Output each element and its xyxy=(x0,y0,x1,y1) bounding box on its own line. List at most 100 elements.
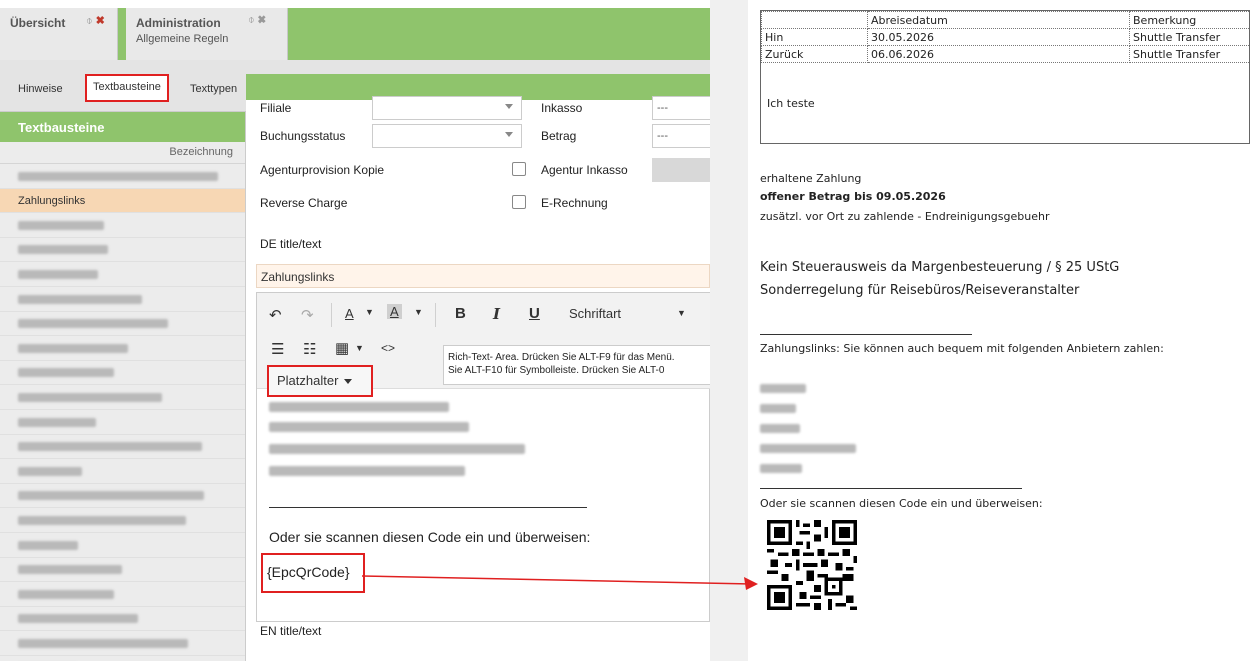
tabbar-top-strip xyxy=(0,0,710,8)
underline-button[interactable]: U xyxy=(529,305,540,322)
table-cell xyxy=(761,11,868,29)
extra-fee-text: zusätzl. vor Ort zu zahlende - Endreinig… xyxy=(760,210,1050,223)
reverse-charge-checkbox[interactable] xyxy=(512,195,526,209)
chevron-down-icon[interactable]: ▼ xyxy=(414,307,423,317)
epc-qr-placeholder-token[interactable]: {EpcQrCode} xyxy=(261,553,365,593)
list-item[interactable] xyxy=(0,410,245,435)
field-label: Inkasso xyxy=(541,101,583,115)
blurred-text xyxy=(760,381,806,394)
agenturprovision-checkbox[interactable] xyxy=(512,162,526,176)
tax-note-line1: Kein Steuerausweis da Margenbesteuerung … xyxy=(760,260,1120,275)
list-item[interactable] xyxy=(0,312,245,337)
field-label: Filiale xyxy=(260,101,292,115)
italic-button[interactable]: I xyxy=(493,305,500,323)
tab-textbausteine[interactable]: Textbausteine xyxy=(85,74,169,102)
list-item[interactable] xyxy=(0,213,245,238)
field-label: Reverse Charge xyxy=(260,196,348,210)
de-title-label: DE title/text xyxy=(260,237,322,251)
list-item[interactable] xyxy=(0,607,245,632)
blurred-text xyxy=(760,441,856,454)
blurred-text xyxy=(18,515,186,525)
blurred-text xyxy=(18,392,162,402)
chevron-down-icon[interactable]: ▼ xyxy=(677,308,686,318)
inkasso-select[interactable]: --- xyxy=(652,96,710,120)
blurred-text xyxy=(760,421,800,434)
tax-note-line2: Sonderregelung für Reisebüros/Reiseveran… xyxy=(760,283,1080,298)
list-item[interactable] xyxy=(0,361,245,386)
list-item[interactable] xyxy=(0,459,245,484)
source-code-icon[interactable]: <> xyxy=(381,341,395,355)
tooltip-line: Rich-Text- Area. Drücken Sie ALT-F9 für … xyxy=(448,352,675,363)
bg-color-button[interactable]: A xyxy=(387,304,402,319)
column-header-bezeichnung[interactable]: Bezeichnung xyxy=(0,142,245,164)
font-family-select[interactable]: Schriftart xyxy=(569,306,621,321)
font-color-button[interactable]: A xyxy=(345,306,354,321)
table-row: Hin 30.05.2026 Shuttle Transfer xyxy=(761,28,1250,46)
blurred-text xyxy=(18,343,128,353)
blurred-text xyxy=(18,245,108,255)
de-title-input[interactable]: Zahlungslinks xyxy=(256,264,710,288)
field-label: E-Rechnung xyxy=(541,196,608,210)
blurred-text xyxy=(269,441,525,455)
blurred-text xyxy=(18,565,122,575)
blurred-text xyxy=(269,399,449,413)
list-item[interactable] xyxy=(0,508,245,533)
close-icon[interactable]: ✖ xyxy=(258,14,266,26)
pin-icon[interactable]: ⌽ xyxy=(86,15,93,27)
betrag-select[interactable]: --- xyxy=(652,124,710,148)
list-item[interactable] xyxy=(0,287,245,312)
list-item[interactable] xyxy=(0,435,245,460)
pin-icon[interactable]: ⌽ xyxy=(248,14,255,26)
textbausteine-list: Textbausteine Bezeichnung Zahlungslinks xyxy=(0,112,246,661)
blurred-text xyxy=(760,401,796,414)
list-item[interactable] xyxy=(0,558,245,583)
chevron-down-icon[interactable]: ▼ xyxy=(355,343,364,353)
list-item[interactable] xyxy=(0,656,245,661)
tab-administration[interactable]: Administration Allgemeine Regeln ⌽ ✖ xyxy=(126,8,288,60)
blurred-text xyxy=(18,466,82,476)
toolbar-separator xyxy=(331,303,332,327)
list-item[interactable] xyxy=(0,533,245,558)
blurred-text xyxy=(18,319,168,329)
list-item[interactable] xyxy=(0,385,245,410)
list-item-zahlungslinks[interactable]: Zahlungslinks xyxy=(0,188,245,214)
blurred-text xyxy=(269,463,465,477)
list-title: Textbausteine xyxy=(0,112,245,142)
chevron-down-icon xyxy=(344,379,353,385)
list-item[interactable] xyxy=(0,164,245,189)
tab-hinweise[interactable]: Hinweise xyxy=(14,76,67,102)
bold-button[interactable]: B xyxy=(455,305,466,322)
list-item[interactable] xyxy=(0,631,245,656)
list-item[interactable] xyxy=(0,238,245,263)
undo-icon[interactable]: ↶ xyxy=(269,306,282,324)
numbered-list-icon[interactable]: ☷ xyxy=(303,340,316,358)
platzhalter-button[interactable]: Platzhalter xyxy=(267,365,373,397)
tab-uebersicht[interactable]: Übersicht ⌽ ✖ xyxy=(0,8,118,60)
blurred-text xyxy=(18,442,202,452)
filiale-select[interactable] xyxy=(372,96,522,120)
form-row-buchungsstatus: Buchungsstatus Betrag --- xyxy=(246,124,710,150)
list-item[interactable] xyxy=(0,484,245,509)
table-cell: Hin xyxy=(761,28,868,46)
table-header-row: Abreisedatum Bemerkung xyxy=(761,11,1250,29)
scan-instruction-text: Oder sie scannen diesen Code ein und übe… xyxy=(269,529,591,545)
document-preview: Abreisedatum Bemerkung Hin 30.05.2026 Sh… xyxy=(710,0,1250,661)
field-label: Buchungsstatus xyxy=(260,129,346,143)
form-row-filiale: Filiale Inkasso --- xyxy=(246,96,710,122)
table-icon[interactable]: ▦ xyxy=(335,339,349,357)
redo-icon[interactable]: ↷ xyxy=(301,306,314,324)
payment-links-intro: Zahlungslinks: Sie können auch bequem mi… xyxy=(760,342,1164,355)
note-text: Ich teste xyxy=(767,97,815,110)
tab-texttypen[interactable]: Texttypen xyxy=(186,76,241,102)
form-row-agenturprovision: Agenturprovision Kopie Agentur Inkasso xyxy=(246,158,710,184)
payment-received-text: erhaltene Zahlung xyxy=(760,172,862,185)
list-item[interactable] xyxy=(0,582,245,607)
agentur-inkasso-field[interactable] xyxy=(652,158,710,182)
bullet-list-icon[interactable]: ☰ xyxy=(271,340,284,358)
list-item[interactable] xyxy=(0,336,245,361)
blurred-text xyxy=(18,589,114,599)
list-item[interactable] xyxy=(0,262,245,287)
close-icon[interactable]: ✖ xyxy=(96,15,105,27)
buchungsstatus-select[interactable] xyxy=(372,124,522,148)
chevron-down-icon[interactable]: ▼ xyxy=(365,307,374,317)
